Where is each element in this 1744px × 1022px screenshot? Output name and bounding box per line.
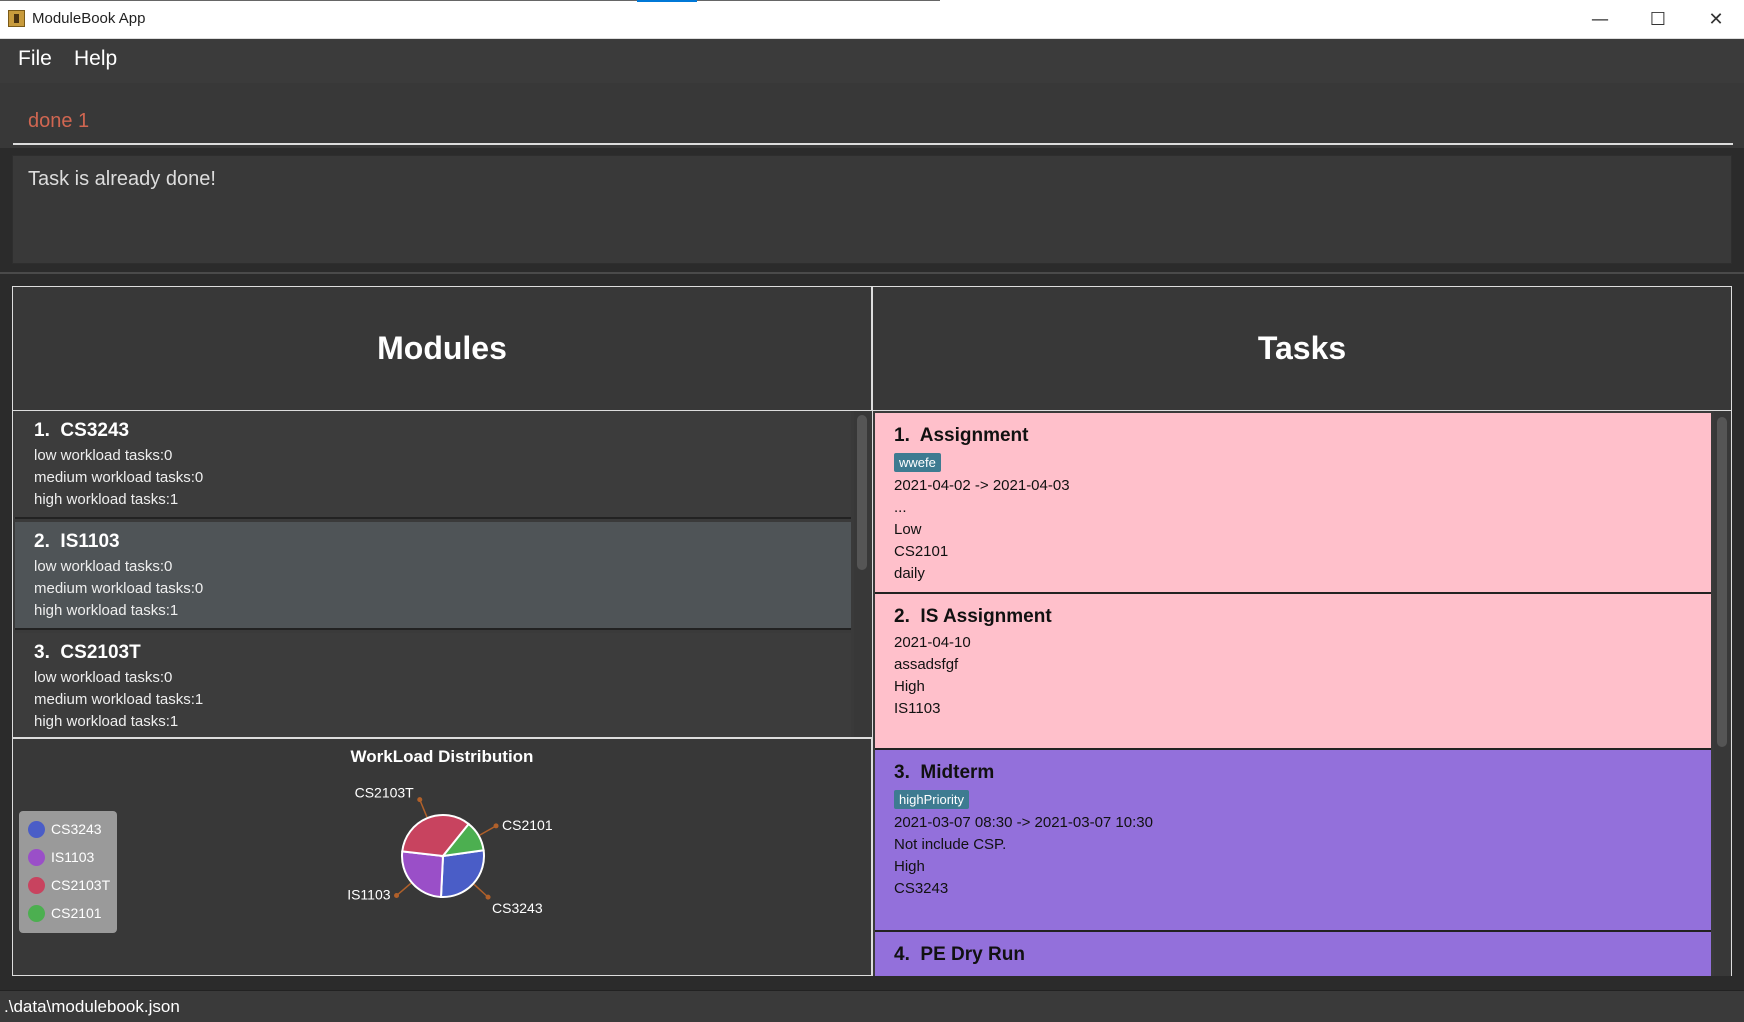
task-card[interactable]: 2. IS Assignment 2021-04-10 assadsfgf Hi…	[875, 594, 1711, 750]
pie-slice-is1103	[401, 850, 445, 898]
pie-leader-dot	[417, 797, 423, 803]
task-name: Assignment	[919, 425, 1029, 446]
task-module: IS1103	[894, 700, 941, 717]
maximize-button[interactable]: ☐	[1629, 0, 1687, 38]
pie-leader-dot	[485, 894, 491, 900]
module-index: 1.	[34, 420, 50, 441]
task-card[interactable]: 4. PE Dry Run	[875, 932, 1711, 976]
title-bar-accent	[637, 0, 697, 2]
task-list-scroll-thumb[interactable]	[1717, 417, 1727, 747]
pie-label: CS2103T	[355, 785, 415, 801]
pie-label: CS2101	[502, 817, 553, 833]
module-card-selected[interactable]: 2. IS1103 low workload tasks:0 medium wo…	[15, 522, 851, 630]
module-list-scrollbar[interactable]	[854, 411, 870, 737]
task-date: 2021-04-10	[894, 634, 971, 651]
minimize-icon: —	[1591, 8, 1609, 30]
title-bar-top-rule	[0, 0, 940, 1]
module-title: 2. IS1103	[34, 531, 851, 553]
task-name: IS Assignment	[920, 606, 1052, 627]
result-text: Task is already done!	[28, 168, 216, 190]
command-box	[0, 83, 1744, 148]
command-input[interactable]	[13, 99, 1733, 145]
minimize-button[interactable]: —	[1571, 0, 1629, 38]
pie-leader-line	[473, 883, 489, 898]
task-name: PE Dry Run	[920, 944, 1025, 965]
task-workload: High	[894, 858, 925, 875]
pie-leader-line	[396, 882, 412, 897]
task-module: CS2101	[894, 543, 949, 560]
pie-leader-line	[419, 799, 428, 818]
pie-label: CS3243	[492, 900, 543, 916]
module-title: 1. CS3243	[34, 420, 851, 442]
module-card[interactable]: 1. CS3243 low workload tasks:0 medium wo…	[15, 411, 851, 519]
module-name: IS1103	[60, 531, 120, 552]
task-description: assadsfgf	[894, 656, 959, 673]
task-description: ...	[894, 499, 907, 516]
task-workload: High	[894, 678, 925, 695]
task-date: 2021-03-07 08:30 -> 2021-03-07 10:30	[894, 814, 1153, 831]
task-date: 2021-04-02 -> 2021-04-03	[894, 477, 1070, 494]
module-high-count: high workload tasks:1	[34, 602, 179, 619]
module-low-count: low workload tasks:0	[34, 447, 173, 464]
app-icon	[8, 10, 25, 27]
task-index: 2.	[894, 606, 910, 627]
save-location: .\data\modulebook.json	[4, 997, 180, 1016]
module-card[interactable]: 3. CS2103T low workload tasks:0 medium w…	[15, 633, 851, 737]
modules-title: Modules	[377, 330, 507, 366]
task-tag: wwefe	[894, 453, 941, 472]
module-low-count: low workload tasks:0	[34, 558, 173, 575]
module-list[interactable]: 1. CS3243 low workload tasks:0 medium wo…	[12, 411, 872, 737]
module-list-scroll-thumb[interactable]	[857, 415, 867, 570]
task-module: CS3243	[894, 880, 949, 897]
task-recurrence: daily	[894, 565, 925, 582]
workload-chart: WorkLoad Distribution CS3243 IS1103 CS21…	[12, 737, 872, 976]
menu-file[interactable]: File	[18, 47, 52, 71]
module-medium-count: medium workload tasks:1	[34, 691, 204, 708]
window-title: ModuleBook App	[32, 10, 146, 27]
status-bar: .\data\modulebook.json	[0, 990, 1744, 1022]
task-list-scrollbar[interactable]	[1714, 411, 1730, 976]
module-name: CS3243	[60, 420, 130, 441]
maximize-icon: ☐	[1649, 8, 1667, 30]
module-name: CS2103T	[60, 642, 141, 663]
task-card[interactable]: 3. Midterm highPriority 2021-03-07 08:30…	[875, 750, 1711, 932]
task-title: 2. IS Assignment	[894, 606, 1711, 628]
task-title: 3. Midterm	[894, 762, 1711, 784]
section-divider	[0, 272, 1744, 274]
task-index: 3.	[894, 762, 910, 783]
pie-slice-cs3243	[439, 849, 485, 898]
menu-help[interactable]: Help	[74, 47, 117, 71]
modules-header: Modules	[12, 286, 872, 411]
task-workload: Low	[894, 521, 922, 538]
module-title: 3. CS2103T	[34, 642, 851, 664]
module-index: 3.	[34, 642, 50, 663]
close-icon: ✕	[1708, 8, 1724, 30]
task-list[interactable]: 1. Assignment wwefe 2021-04-02 -> 2021-0…	[872, 411, 1732, 976]
task-name: Midterm	[920, 762, 995, 783]
module-medium-count: medium workload tasks:0	[34, 580, 204, 597]
module-high-count: high workload tasks:1	[34, 713, 179, 730]
pie-leader-dot	[394, 893, 400, 899]
result-display: Task is already done!	[12, 155, 1732, 264]
pie-leader-dot	[493, 823, 499, 829]
task-index: 1.	[894, 425, 910, 446]
tasks-header: Tasks	[872, 286, 1732, 411]
task-title: 4. PE Dry Run	[894, 944, 1711, 966]
module-low-count: low workload tasks:0	[34, 669, 173, 686]
task-index: 4.	[894, 944, 910, 965]
tasks-title: Tasks	[1257, 330, 1347, 366]
pie-leader-line	[479, 825, 497, 836]
module-high-count: high workload tasks:1	[34, 491, 179, 508]
menu-bar: File Help	[0, 39, 1744, 83]
task-description: Not include CSP.	[894, 836, 1007, 853]
title-bar: ModuleBook App — ☐ ✕	[0, 0, 1744, 39]
close-button[interactable]: ✕	[1687, 0, 1744, 38]
pie-chart: CS3243 IS1103 CS2103T CS2101	[347, 785, 553, 917]
module-medium-count: medium workload tasks:0	[34, 469, 204, 486]
module-index: 2.	[34, 531, 50, 552]
task-title: 1. Assignment	[894, 425, 1711, 447]
pie-label: IS1103	[347, 887, 391, 903]
task-tag: highPriority	[894, 790, 970, 809]
task-card[interactable]: 1. Assignment wwefe 2021-04-02 -> 2021-0…	[875, 413, 1711, 594]
